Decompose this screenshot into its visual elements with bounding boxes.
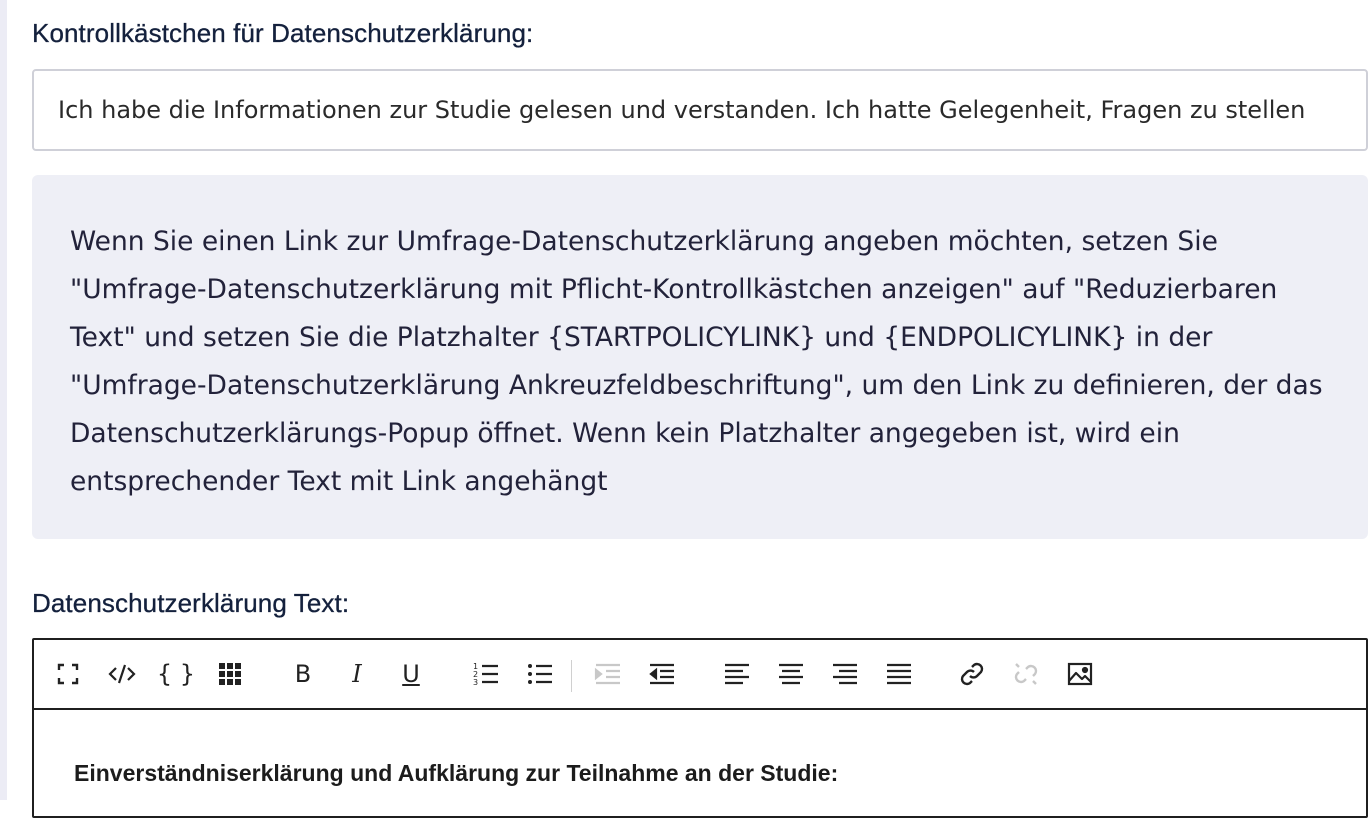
braces-label: { }	[156, 660, 196, 688]
fullscreen-icon[interactable]	[48, 654, 88, 694]
editor-toolbar: { } B I U 1 2 3	[34, 640, 1366, 710]
svg-text:3: 3	[473, 678, 478, 687]
unlink-icon[interactable]	[1006, 654, 1046, 694]
align-justify-icon[interactable]	[879, 654, 919, 694]
editor-content-heading[interactable]: Einverständniserklärung und Aufklärung z…	[74, 760, 838, 787]
privacy-text-label: Datenschutzerklärung Text:	[32, 588, 350, 618]
image-icon[interactable]	[1060, 654, 1100, 694]
toolbar-separator	[571, 660, 572, 692]
align-right-icon[interactable]	[825, 654, 865, 694]
link-icon[interactable]	[952, 654, 992, 694]
indent-icon[interactable]	[642, 654, 682, 694]
ordered-list-icon[interactable]: 1 2 3	[466, 654, 506, 694]
privacy-checkbox-label: Kontrollkästchen für Datenschutzerklärun…	[32, 18, 534, 48]
align-left-icon[interactable]	[717, 654, 757, 694]
source-code-icon[interactable]	[102, 654, 142, 694]
left-rail	[0, 0, 7, 800]
underline-label: U	[402, 660, 420, 688]
bold-icon[interactable]: B	[283, 654, 323, 694]
privacy-checkbox-input[interactable]: Ich habe die Informationen zur Studie ge…	[32, 69, 1368, 151]
italic-icon[interactable]: I	[337, 654, 377, 694]
grid-icon[interactable]	[210, 654, 250, 694]
align-center-icon[interactable]	[771, 654, 811, 694]
unordered-list-icon[interactable]	[520, 654, 560, 694]
bold-label: B	[294, 660, 312, 688]
outdent-icon[interactable]	[588, 654, 628, 694]
italic-label: I	[352, 660, 362, 688]
rich-text-editor: { } B I U 1 2 3 Einverständniserklärung …	[32, 638, 1368, 818]
info-box-text: Wenn Sie einen Link zur Umfrage-Datensch…	[70, 226, 1323, 497]
placeholder-icon[interactable]: { }	[156, 654, 196, 694]
underline-icon[interactable]: U	[391, 654, 431, 694]
info-box: Wenn Sie einen Link zur Umfrage-Datensch…	[32, 175, 1368, 539]
